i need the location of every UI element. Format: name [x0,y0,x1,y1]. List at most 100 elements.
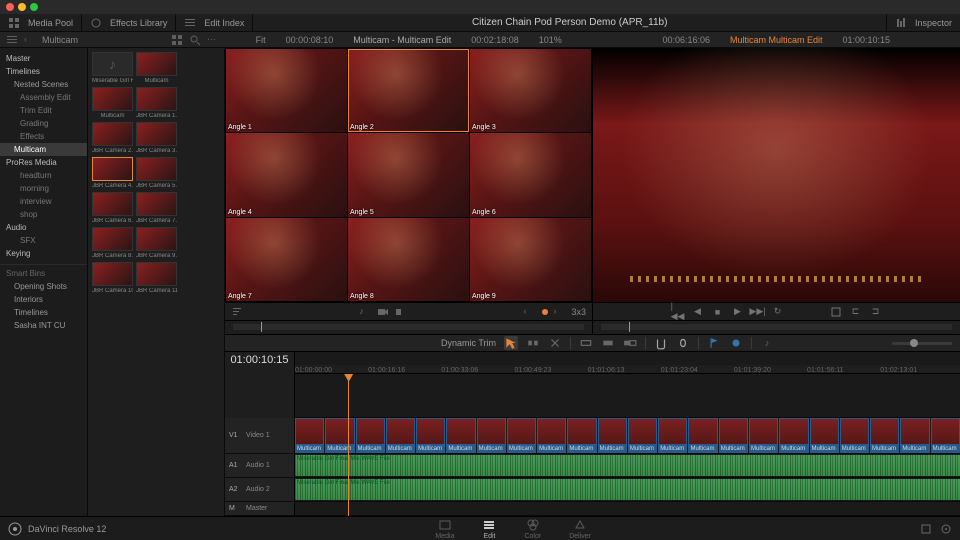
audio-track-a2[interactable]: Miserable Girl Final Mix.WAVE File [295,478,960,502]
edit-page-tab[interactable]: Edit [482,518,496,540]
overwrite-icon[interactable] [601,336,615,350]
timeline-video-clip[interactable]: Multicam [386,418,415,453]
sidebar-item[interactable]: Effects [0,130,87,143]
timeline-video-clip[interactable]: Multicam [810,418,839,453]
timeline-video-clip[interactable]: Multicam [870,418,899,453]
sidebar-item[interactable]: ProRes Media [0,156,87,169]
maximize-window-button[interactable] [30,3,38,11]
media-page-tab[interactable]: Media [435,518,454,540]
close-window-button[interactable] [6,3,14,11]
timeline-video-clip[interactable]: Multicam [628,418,657,453]
track-header-v1[interactable]: V1 Video 1 [225,418,294,454]
source-clip-name[interactable]: Multicam - Multicam Edit [353,35,451,45]
program-scrubber[interactable] [593,320,960,334]
clip-thumbnail[interactable]: JBR Camera 3.mov [136,122,177,154]
sidebar-item[interactable]: Timelines [0,65,87,78]
clip-thumbnail[interactable]: JBR Camera 8.mov [92,227,133,259]
clip-thumbnail[interactable]: JBR Camera 11.mov [136,262,177,294]
clip-thumbnail[interactable]: JBR Camera 7.mov [136,192,177,224]
clip-thumbnail[interactable]: Multicam [92,87,133,119]
multicam-angle[interactable]: Angle 4 [226,133,347,216]
trim-mode-label[interactable]: Dynamic Trim [441,338,496,348]
clip-thumbnail[interactable]: JBR Camera 6.mov [92,192,133,224]
timeline-video-clip[interactable]: Multicam [356,418,385,453]
inspector-label[interactable]: Inspector [915,18,952,28]
clip-thumbnail[interactable]: JBR Camera 1.mov [136,87,177,119]
sidebar-item[interactable]: headturn [0,169,87,182]
mc-video-icon[interactable] [377,306,389,318]
trim-tool-icon[interactable] [526,336,540,350]
play-icon[interactable]: ▶ [732,306,744,318]
preferences-icon[interactable] [940,523,952,535]
list-view-icon[interactable] [6,34,18,46]
effects-library-label[interactable]: Effects Library [110,18,167,28]
timeline-video-clip[interactable]: Multicam [446,418,475,453]
stop-icon[interactable]: ■ [712,306,724,318]
timeline-video-clip[interactable]: Multicam [295,418,324,453]
thumb-view-icon[interactable] [171,34,183,46]
timeline-video-clip[interactable]: Multicam [840,418,869,453]
multicam-angle[interactable]: Angle 6 [470,133,591,216]
sidebar-item[interactable]: Trim Edit [0,104,87,117]
timeline-video-clip[interactable]: Multicam [477,418,506,453]
match-frame-icon[interactable] [830,306,842,318]
sidebar-item[interactable]: interview [0,195,87,208]
zoom-slider[interactable] [892,342,952,345]
smart-bin-item[interactable]: Opening Shots [0,280,87,293]
mc-audio-icon[interactable]: ♪ [359,306,371,318]
clip-thumbnail[interactable]: JBR Camera 10.mov [92,262,133,294]
deliver-page-tab[interactable]: Deliver [569,518,591,540]
timeline-video-clip[interactable]: Multicam [658,418,687,453]
clip-thumbnail[interactable]: JBR Camera 9.mov [136,227,177,259]
marker-icon[interactable] [729,336,743,350]
clip-thumbnail[interactable]: ♪Miserable Girl Final ... [92,52,133,84]
program-viewer-canvas[interactable] [593,48,960,302]
project-settings-icon[interactable] [920,523,932,535]
edit-index-label[interactable]: Edit Index [204,18,244,28]
sidebar-item[interactable]: Multicam [0,143,87,156]
sidebar-item[interactable]: Grading [0,117,87,130]
mc-av-icon[interactable] [395,306,407,318]
options-icon[interactable]: ⋯ [207,34,219,46]
timeline-video-clip[interactable]: Multicam [325,418,354,453]
multicam-angle[interactable]: Angle 1 [226,49,347,132]
timeline-ruler[interactable]: 01:00:00:0001:00:16:1601:00:33:0601:00:4… [295,365,960,374]
multicam-angle[interactable]: Angle 5 [348,133,469,216]
back-icon[interactable]: ‹ [24,34,36,46]
color-page-tab[interactable]: Color [524,518,541,540]
mc-prev-icon[interactable]: ‹ [524,306,536,318]
timeline-video-clip[interactable]: Multicam [507,418,536,453]
sidebar-item[interactable]: Keying [0,247,87,260]
mc-sort-icon[interactable] [231,306,243,318]
clip-thumbnail[interactable]: JBR Camera 5.mov [136,157,177,189]
multicam-angle[interactable]: Angle 3 [470,49,591,132]
sidebar-item[interactable]: Audio [0,221,87,234]
mark-out-icon[interactable]: ⊐ [870,306,882,318]
smart-bin-item[interactable]: Sasha INT CU [0,319,87,332]
timeline-video-clip[interactable]: Multicam [598,418,627,453]
sidebar-item[interactable]: Assembly Edit [0,91,87,104]
timeline-video-clip[interactable]: Multicam [567,418,596,453]
sidebar-item[interactable]: shop [0,208,87,221]
flag-icon[interactable] [707,336,721,350]
multicam-angle[interactable]: Angle 2 [348,49,469,132]
replace-icon[interactable] [623,336,637,350]
insert-icon[interactable] [579,336,593,350]
search-icon[interactable] [189,34,201,46]
timeline-video-clip[interactable]: Multicam [719,418,748,453]
link-icon[interactable] [676,336,690,350]
timeline-playhead[interactable] [348,374,349,516]
mc-grid-size[interactable]: 3x3 [572,307,587,317]
effects-library-icon[interactable] [90,17,102,29]
media-pool-icon[interactable] [8,17,20,29]
video-track-v1[interactable]: MulticamMulticamMulticamMulticamMulticam… [295,418,960,454]
smart-bin-item[interactable]: Timelines [0,306,87,319]
sidebar-item[interactable]: SFX [0,234,87,247]
source-zoom[interactable]: 101% [539,35,562,45]
mark-in-icon[interactable]: ⊏ [850,306,862,318]
track-header-master[interactable]: M Master [225,502,294,516]
minimize-window-button[interactable] [18,3,26,11]
smart-bin-item[interactable]: Interiors [0,293,87,306]
track-header-a1[interactable]: A1 Audio 1 [225,454,294,478]
source-scrubber[interactable] [225,320,592,334]
